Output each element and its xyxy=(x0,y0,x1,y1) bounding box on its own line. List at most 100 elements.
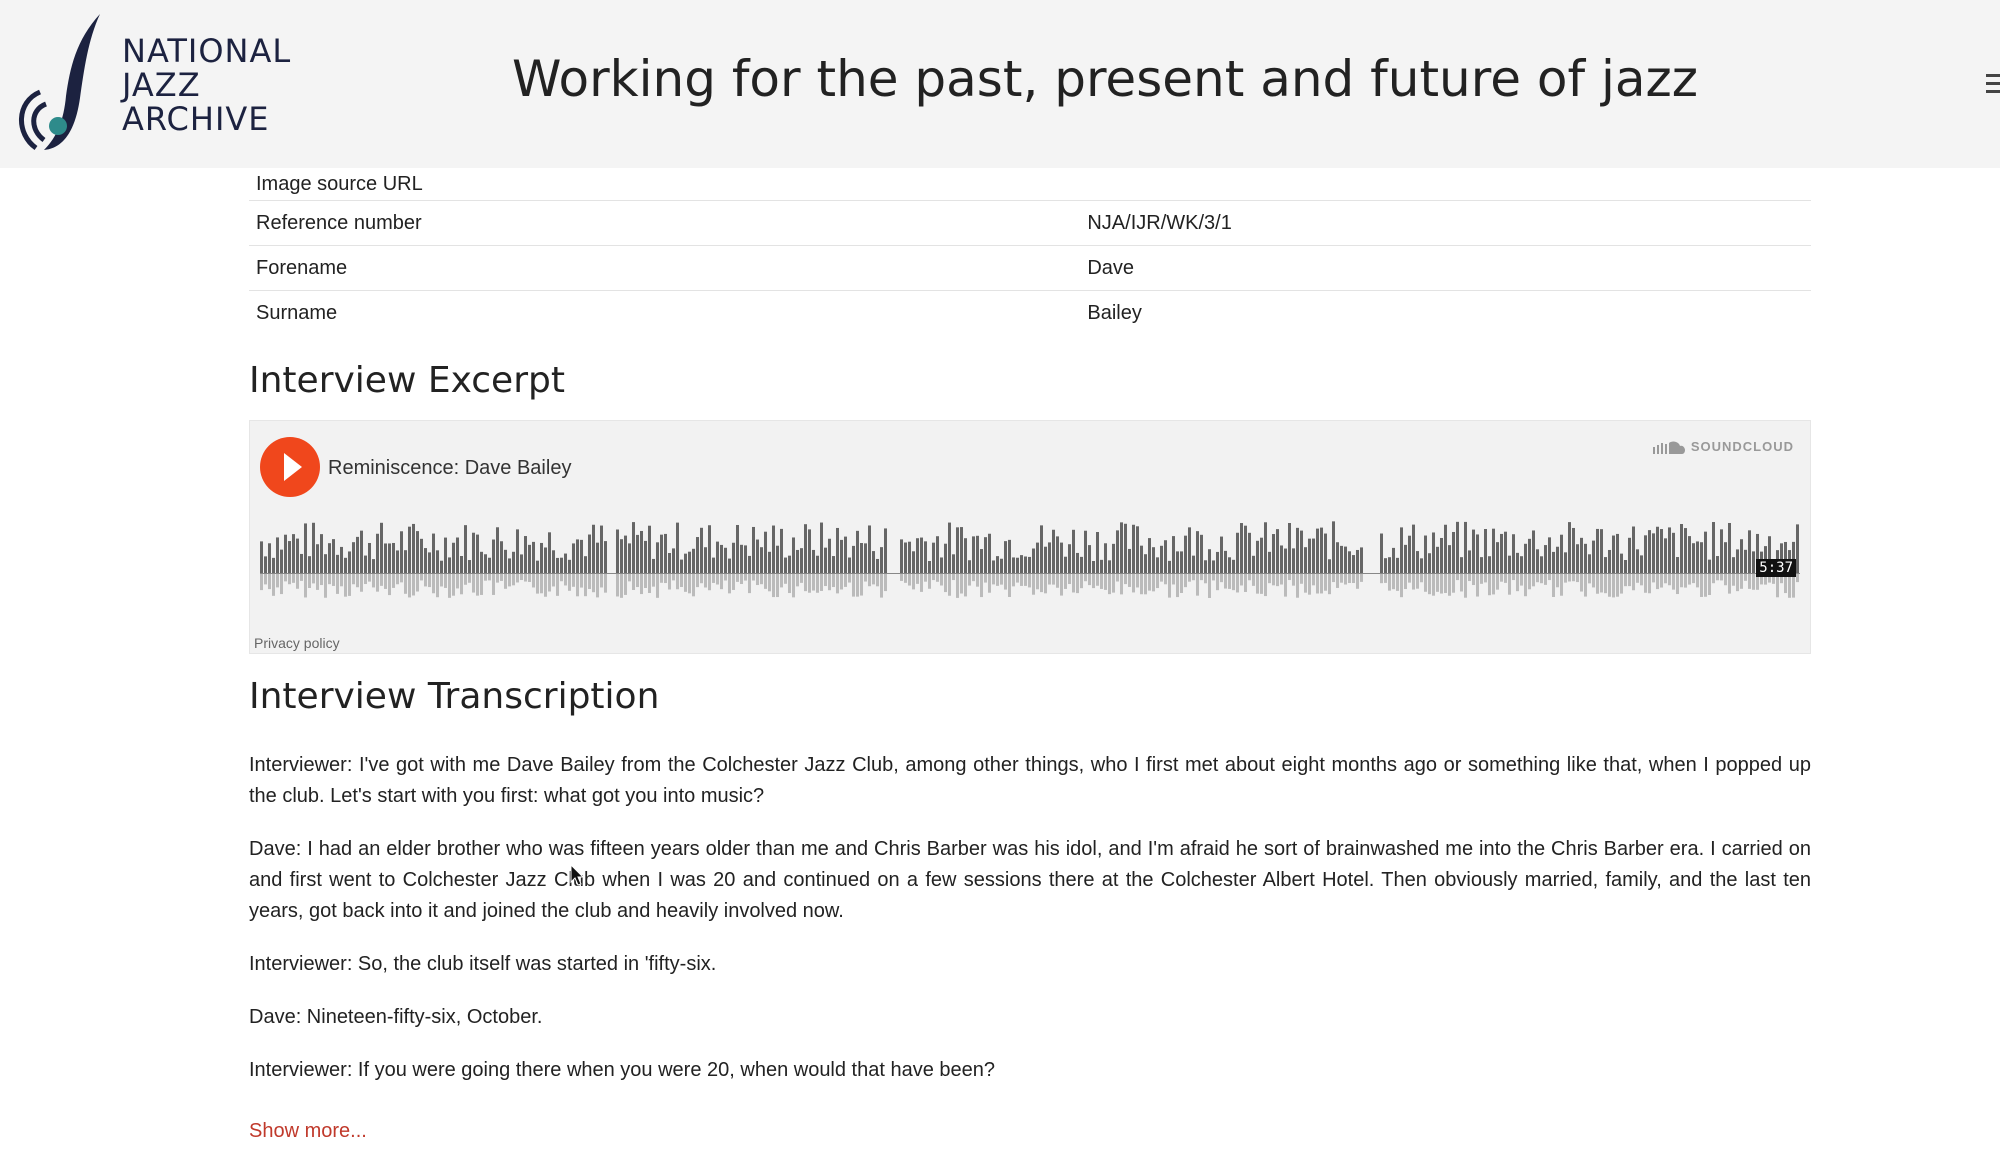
waveform-reflection-bar xyxy=(1728,574,1731,594)
waveform-reflection-bar xyxy=(1340,574,1343,583)
waveform-bar xyxy=(1600,529,1603,573)
waveform-reflection-bar xyxy=(1016,574,1019,583)
waveform-reflection-bar xyxy=(824,574,827,587)
waveform-bar xyxy=(724,547,727,573)
waveform-reflection-bar xyxy=(1572,574,1575,582)
waveform-reflection-bar xyxy=(1280,574,1283,585)
waveform-bar xyxy=(1516,552,1519,573)
waveform-bar xyxy=(976,535,979,573)
waveform-reflection-bar xyxy=(836,574,839,594)
waveform-reflection-bar xyxy=(840,574,843,590)
waveform-reflection-bar xyxy=(1172,574,1175,585)
waveform-bar xyxy=(1224,550,1227,573)
waveform-bar xyxy=(828,538,831,573)
waveform-bar xyxy=(644,540,647,573)
waveform-reflection-bar xyxy=(552,574,555,587)
waveform-bar xyxy=(1416,551,1419,573)
waveform-bar xyxy=(1188,527,1191,573)
waveform-bar xyxy=(656,542,659,573)
waveform-reflection-bar xyxy=(1028,574,1031,588)
waveform-bar xyxy=(1660,529,1663,573)
waveform-reflection-bar xyxy=(1552,574,1555,598)
waveform-bar xyxy=(668,552,671,573)
waveform-bar xyxy=(824,547,827,573)
waveform-bar xyxy=(1176,551,1179,573)
waveform-reflection-bar xyxy=(588,574,591,589)
waveform-bar xyxy=(372,559,375,573)
waveform-reflection-bar xyxy=(1124,574,1127,585)
waveform-reflection-bar xyxy=(1600,574,1603,593)
waveform-bar xyxy=(924,541,927,573)
privacy-policy-link[interactable]: Privacy policy xyxy=(254,635,340,651)
waveform-bar xyxy=(1476,534,1479,573)
waveform-reflection-bar xyxy=(1524,574,1527,597)
waveform-reflection-bar xyxy=(676,574,679,590)
waveform-bar xyxy=(940,557,943,573)
waveform-bar xyxy=(1300,530,1303,573)
waveform-bar xyxy=(1272,534,1275,573)
waveform-bar xyxy=(1144,554,1147,573)
waveform-reflection-bar xyxy=(1328,574,1331,595)
field-label: Forename xyxy=(249,245,1079,291)
waveform-bar xyxy=(308,556,311,573)
waveform-reflection-bar xyxy=(396,574,399,585)
audio-waveform[interactable] xyxy=(260,513,1800,603)
waveform-bar xyxy=(1052,529,1055,573)
waveform-reflection-bar xyxy=(812,574,815,591)
waveform-reflection-bar xyxy=(1496,574,1499,590)
waveform-bar xyxy=(1620,553,1623,573)
play-button[interactable] xyxy=(260,437,320,497)
waveform-bar xyxy=(616,529,619,573)
waveform-reflection-bar xyxy=(940,574,943,586)
waveform-reflection-bar xyxy=(1160,574,1163,582)
waveform-reflection-bar xyxy=(688,574,691,594)
waveform-bar xyxy=(836,527,839,573)
waveform-bar xyxy=(1348,551,1351,573)
waveform-bar xyxy=(1024,556,1027,573)
waveform-reflection-bar xyxy=(436,574,439,598)
waveform-reflection-bar xyxy=(1568,574,1571,582)
waveform-bar xyxy=(1240,523,1243,573)
waveform-reflection-bar xyxy=(1360,574,1363,582)
waveform-bar xyxy=(972,536,975,573)
hamburger-menu-icon[interactable] xyxy=(1986,70,2000,98)
waveform-reflection-bar xyxy=(304,574,307,598)
waveform-bar xyxy=(832,556,835,573)
waveform-bar xyxy=(1680,524,1683,573)
waveform-reflection-bar xyxy=(540,574,543,594)
waveform-reflection-bar xyxy=(420,574,423,581)
waveform-bar xyxy=(1008,539,1011,573)
track-title[interactable]: Reminiscence: Dave Bailey xyxy=(328,457,571,480)
waveform-bar xyxy=(288,541,291,573)
waveform-reflection-bar xyxy=(536,574,539,594)
waveform-bar xyxy=(776,545,779,573)
waveform-reflection-bar xyxy=(784,574,787,584)
waveform-bar xyxy=(1256,540,1259,573)
soundcloud-brand[interactable]: SOUNDCLOUD xyxy=(1652,439,1794,454)
waveform-reflection-bar xyxy=(656,574,659,598)
waveform-bar xyxy=(944,543,947,573)
waveform-bar xyxy=(812,549,815,573)
waveform-reflection-bar xyxy=(1196,574,1199,596)
waveform-bar xyxy=(744,545,747,573)
waveform-bar xyxy=(1572,527,1575,573)
waveform-bar xyxy=(560,557,563,573)
waveform-bar xyxy=(1152,547,1155,573)
show-more-link[interactable]: Show more... xyxy=(249,1120,367,1143)
waveform-bar xyxy=(660,534,663,573)
waveform-bar xyxy=(528,544,531,573)
waveform-bar xyxy=(356,536,359,573)
national-jazz-archive-logo[interactable]: NATIONAL JAZZ ARCHIVE xyxy=(14,10,314,160)
waveform-bar xyxy=(336,554,339,573)
waveform-reflection-bar xyxy=(564,574,567,586)
waveform-reflection-bar xyxy=(1116,574,1119,582)
waveform-reflection-bar xyxy=(1240,574,1243,586)
waveform-reflection-bar xyxy=(780,574,783,588)
waveform-reflection-bar xyxy=(596,574,599,598)
waveform-bar xyxy=(680,559,683,573)
waveform-bar xyxy=(740,544,743,573)
waveform-reflection-bar xyxy=(1612,574,1615,598)
waveform-reflection-bar xyxy=(1384,574,1387,583)
waveform-reflection-bar xyxy=(1464,574,1467,598)
waveform-reflection-bar xyxy=(316,574,319,590)
